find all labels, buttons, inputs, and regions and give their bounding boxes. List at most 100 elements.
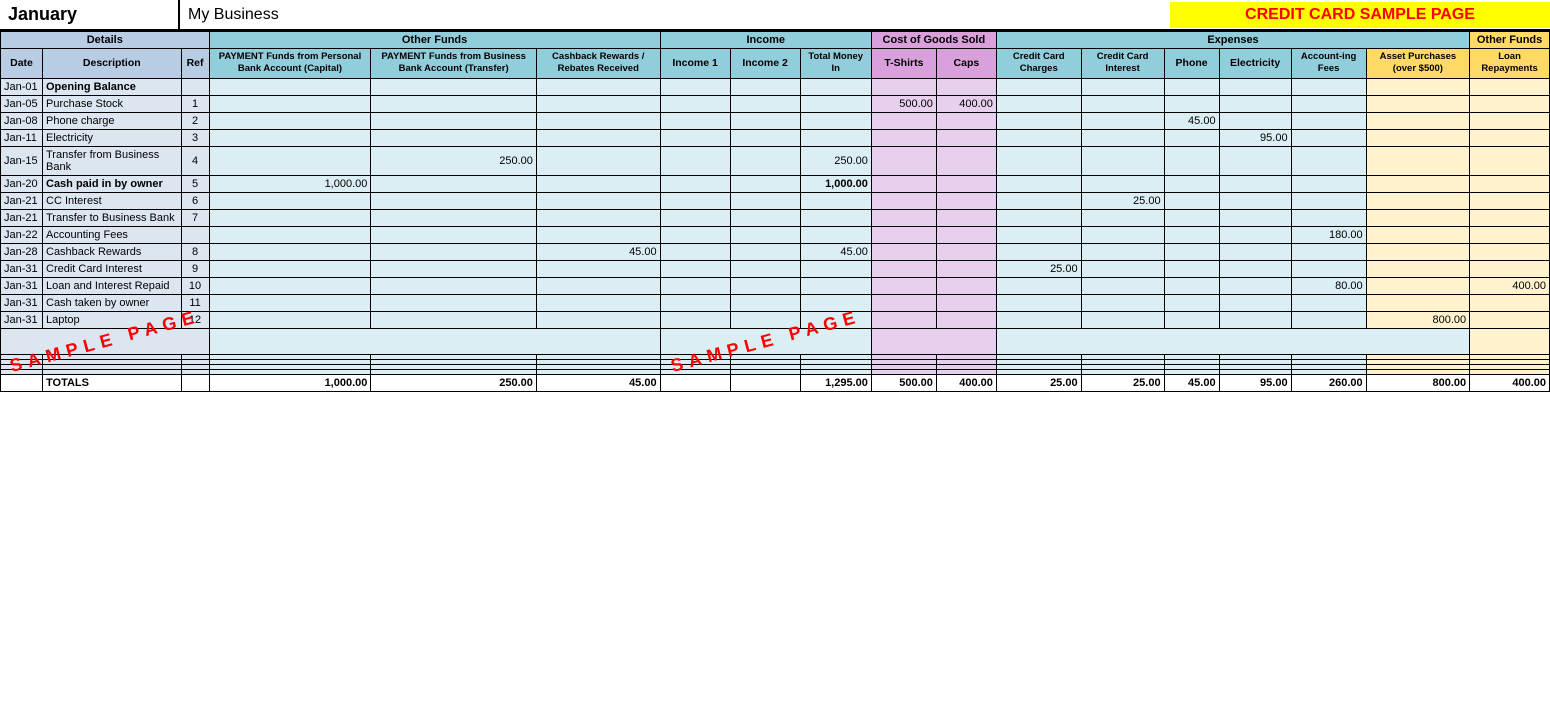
table-cell bbox=[536, 175, 660, 192]
table-cell: Jan-15 bbox=[1, 146, 43, 175]
table-cell bbox=[1164, 226, 1219, 243]
table-cell bbox=[1291, 311, 1366, 328]
table-cell: 95.00 bbox=[1219, 129, 1291, 146]
table-cell bbox=[1164, 78, 1219, 95]
table-cell bbox=[1164, 209, 1219, 226]
table-cell bbox=[371, 260, 537, 277]
table-cell bbox=[660, 175, 730, 192]
col-tshirts: T-Shirts bbox=[871, 49, 936, 79]
table-cell bbox=[371, 277, 537, 294]
table-cell bbox=[1291, 78, 1366, 95]
table-cell bbox=[660, 146, 730, 175]
table-cell: 1,000.00 bbox=[800, 175, 871, 192]
table-cell bbox=[1164, 175, 1219, 192]
table-cell: Jan-20 bbox=[1, 175, 43, 192]
table-cell bbox=[936, 78, 996, 95]
table-cell bbox=[730, 129, 800, 146]
table-cell bbox=[209, 311, 371, 328]
table-cell bbox=[371, 294, 537, 311]
table-cell: Opening Balance bbox=[43, 78, 182, 95]
table-cell bbox=[371, 95, 537, 112]
table-cell bbox=[996, 129, 1081, 146]
table-cell bbox=[209, 294, 371, 311]
table-cell bbox=[800, 226, 871, 243]
table-cell bbox=[1219, 311, 1291, 328]
table-cell bbox=[871, 192, 936, 209]
col-cashback: Cashback Rewards / Rebates Received bbox=[536, 49, 660, 79]
table-cell bbox=[1470, 129, 1550, 146]
table-cell bbox=[209, 95, 371, 112]
table-cell bbox=[1291, 146, 1366, 175]
table-cell bbox=[996, 192, 1081, 209]
table-cell bbox=[936, 209, 996, 226]
table-cell bbox=[936, 311, 996, 328]
table-cell: 45.00 bbox=[800, 243, 871, 260]
table-row: Jan-31Cash taken by owner11 bbox=[1, 294, 1550, 311]
table-cell bbox=[1081, 277, 1164, 294]
month-label: January bbox=[0, 0, 180, 29]
table-cell bbox=[1219, 260, 1291, 277]
table-cell bbox=[536, 146, 660, 175]
table-cell: 500.00 bbox=[871, 95, 936, 112]
totals-asset-purchases: 800.00 bbox=[1366, 374, 1469, 391]
col-cc-interest: Credit Card Interest bbox=[1081, 49, 1164, 79]
table-cell: Credit Card Interest bbox=[43, 260, 182, 277]
table-cell: 1 bbox=[181, 95, 209, 112]
table-cell: Cash paid in by owner bbox=[43, 175, 182, 192]
table-cell bbox=[1164, 192, 1219, 209]
table-cell bbox=[936, 146, 996, 175]
table-cell bbox=[1164, 294, 1219, 311]
table-cell bbox=[730, 294, 800, 311]
table-row: Jan-31Credit Card Interest925.00 bbox=[1, 260, 1550, 277]
table-cell bbox=[871, 78, 936, 95]
totals-payment-personal: 1,000.00 bbox=[209, 374, 371, 391]
table-cell bbox=[936, 260, 996, 277]
table-cell bbox=[730, 226, 800, 243]
table-cell bbox=[871, 146, 936, 175]
table-cell bbox=[1219, 294, 1291, 311]
grp-details: Details bbox=[1, 32, 210, 49]
table-cell bbox=[871, 294, 936, 311]
table-cell bbox=[800, 209, 871, 226]
table-cell: 400.00 bbox=[936, 95, 996, 112]
table-cell: 250.00 bbox=[371, 146, 537, 175]
table-cell: Jan-01 bbox=[1, 78, 43, 95]
table-cell: Jan-08 bbox=[1, 112, 43, 129]
table-cell: Jan-05 bbox=[1, 95, 43, 112]
col-cc-charges: Credit Card Charges bbox=[996, 49, 1081, 79]
table-row: Jan-05Purchase Stock1 500.00400.00 bbox=[1, 95, 1550, 112]
table-cell bbox=[996, 243, 1081, 260]
table-cell bbox=[660, 294, 730, 311]
col-total-money-in: Total Money In bbox=[800, 49, 871, 79]
table-cell bbox=[1164, 243, 1219, 260]
table-cell bbox=[996, 209, 1081, 226]
totals-date bbox=[1, 374, 43, 391]
table-cell bbox=[209, 129, 371, 146]
table-cell: Purchase Stock bbox=[43, 95, 182, 112]
table-cell bbox=[536, 95, 660, 112]
table-cell: 45.00 bbox=[1164, 112, 1219, 129]
table-cell: Jan-31 bbox=[1, 311, 43, 328]
grp-other-funds2: Other Funds bbox=[1470, 32, 1550, 49]
table-cell bbox=[209, 260, 371, 277]
table-cell: Jan-28 bbox=[1, 243, 43, 260]
table-row: Jan-28Cashback Rewards845.0045.00 bbox=[1, 243, 1550, 260]
table-cell bbox=[1366, 175, 1469, 192]
table-cell bbox=[209, 192, 371, 209]
table-cell bbox=[1366, 260, 1469, 277]
table-row: Jan-08Phone charge245.00 bbox=[1, 112, 1550, 129]
table-cell bbox=[1291, 95, 1366, 112]
table-cell bbox=[209, 112, 371, 129]
table-cell bbox=[371, 209, 537, 226]
table-cell bbox=[371, 192, 537, 209]
table-cell bbox=[209, 226, 371, 243]
table-cell bbox=[536, 192, 660, 209]
table-cell: 7 bbox=[181, 209, 209, 226]
table-cell bbox=[871, 226, 936, 243]
table-cell bbox=[1081, 209, 1164, 226]
table-cell: 2 bbox=[181, 112, 209, 129]
table-cell bbox=[660, 243, 730, 260]
table-cell bbox=[209, 78, 371, 95]
table-cell bbox=[1291, 129, 1366, 146]
table-cell bbox=[536, 277, 660, 294]
